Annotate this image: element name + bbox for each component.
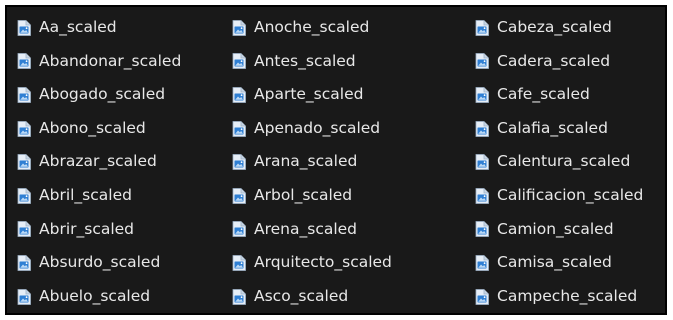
image-file-icon [17,53,31,70]
image-file-icon [475,154,489,171]
image-file-icon [232,154,246,171]
image-file-icon [232,288,246,305]
image-file-icon [475,19,489,36]
file-item[interactable]: Arquitecto_scaled [232,246,392,280]
file-name-label: Camisa_scaled [497,253,612,272]
file-item[interactable]: Abril_scaled [17,179,181,213]
image-file-icon [232,19,246,36]
file-column-1: Aa_scaled Abandonar_scaled Abogado_scaled A… [17,11,181,313]
image-file-icon [475,221,489,238]
file-item[interactable]: Abrazar_scaled [17,145,181,179]
file-item[interactable]: Cafe_scaled [475,78,643,112]
file-name-label: Abono_scaled [39,118,146,137]
file-name-label: Aa_scaled [39,18,117,37]
image-file-icon [475,53,489,70]
file-item[interactable]: Arbol_scaled [232,179,392,213]
image-file-icon [232,87,246,103]
file-item[interactable]: Camisa_scaled [475,246,643,280]
image-file-icon [475,255,489,271]
file-item[interactable]: Calafia_scaled [475,112,643,146]
file-name-label: Arana_scaled [254,152,358,171]
file-item[interactable]: Cabeza_scaled [475,11,643,45]
file-name-label: Campeche_scaled [497,286,638,305]
file-item[interactable]: Asco_scaled [232,280,392,313]
file-name-label: Asco_scaled [254,286,349,305]
file-name-label: Aparte_scaled [254,85,364,104]
file-item[interactable]: Abuelo_scaled [17,280,181,313]
image-file-icon [17,120,31,137]
file-column-3: Cabeza_scaled Cadera_scaled Cafe_scaled Cal… [475,11,643,313]
file-item[interactable]: Calificacion_scaled [475,179,643,213]
file-item[interactable]: Calentura_scaled [475,145,643,179]
file-item[interactable]: Abogado_scaled [17,78,181,112]
file-item[interactable]: Apenado_scaled [232,112,392,146]
image-file-icon [475,120,489,137]
image-file-icon [17,221,31,238]
file-name-label: Antes_scaled [254,51,356,70]
file-name-label: Camion_scaled [497,219,614,238]
file-explorer-window: Aa_scaled Abandonar_scaled Abogado_scaled A… [5,5,667,315]
file-item[interactable]: Cadera_scaled [475,45,643,79]
image-file-icon [475,187,489,204]
image-file-icon [475,288,489,305]
file-name-label: Abandonar_scaled [39,51,182,70]
file-item[interactable]: Anoche_scaled [232,11,392,45]
image-file-icon [17,19,31,36]
file-item[interactable]: Antes_scaled [232,45,392,79]
file-name-label: Abogado_scaled [39,85,166,104]
file-name-label: Apenado_scaled [254,118,381,137]
file-name-label: Abril_scaled [39,186,132,205]
file-name-label: Abuelo_scaled [39,286,151,305]
file-name-label: Anoche_scaled [254,18,370,37]
file-item[interactable]: Camion_scaled [475,213,643,247]
image-file-icon [17,255,31,271]
image-file-icon [17,87,31,103]
file-name-label: Cabeza_scaled [497,18,612,37]
file-name-label: Cadera_scaled [497,51,611,70]
file-name-label: Abrir_scaled [39,219,135,238]
file-name-label: Calentura_scaled [497,152,631,171]
image-file-icon [17,288,31,305]
file-item[interactable]: Abono_scaled [17,112,181,146]
file-name-label: Absurdo_scaled [39,253,161,272]
file-item[interactable]: Absurdo_scaled [17,246,181,280]
image-file-icon [232,120,246,137]
image-file-icon [232,255,246,271]
file-item[interactable]: Arena_scaled [232,213,392,247]
file-name-label: Arbol_scaled [254,186,353,205]
image-file-icon [17,187,31,204]
file-name-label: Arena_scaled [254,219,358,238]
image-file-icon [232,53,246,70]
file-name-label: Calificacion_scaled [497,186,644,205]
file-item[interactable]: Aa_scaled [17,11,181,45]
file-item[interactable]: Campeche_scaled [475,280,643,313]
file-column-2: Anoche_scaled Antes_scaled Aparte_scaled Ap… [232,11,392,313]
image-file-icon [475,87,489,103]
file-item[interactable]: Aparte_scaled [232,78,392,112]
image-file-icon [232,221,246,238]
file-name-label: Calafia_scaled [497,118,608,137]
file-list: Aa_scaled Abandonar_scaled Abogado_scaled A… [7,11,665,311]
file-item[interactable]: Abrir_scaled [17,213,181,247]
file-name-label: Arquitecto_scaled [254,253,392,272]
image-file-icon [232,187,246,204]
file-name-label: Cafe_scaled [497,85,590,104]
file-item[interactable]: Abandonar_scaled [17,45,181,79]
file-item[interactable]: Arana_scaled [232,145,392,179]
image-file-icon [17,154,31,171]
file-name-label: Abrazar_scaled [39,152,157,171]
